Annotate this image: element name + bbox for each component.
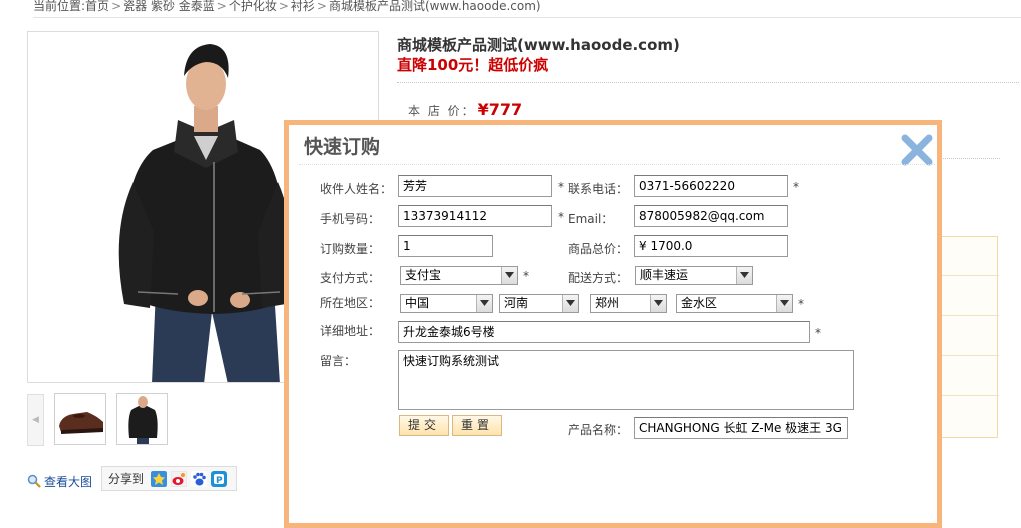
reset-button[interactable]: 重置 [452,415,502,436]
chevron-down-icon [562,295,578,312]
price-label: 本 店 价： [408,104,476,118]
shipping-select[interactable]: 顺丰速运 [635,266,753,285]
close-icon[interactable] [899,132,935,168]
email-label: Email： [568,212,614,226]
weibo-icon[interactable] [171,470,188,487]
required-mark: * [558,210,564,224]
view-large-link[interactable]: 查看大图 [27,472,92,490]
breadcrumb-separator: > [111,0,122,13]
chevron-down-icon [650,295,666,312]
phone-label: 联系电话： [568,182,629,196]
qzone-icon[interactable] [151,470,168,487]
breadcrumb-category-link[interactable]: 瓷器 紫砂 金泰蓝 [123,0,215,13]
shipping-label: 配送方式： [568,271,629,285]
country-selected-value: 中国 [405,296,430,310]
divider [940,158,1000,159]
address-label: 详细地址： [320,324,381,338]
message-textarea[interactable]: 快速订购系统测试 [398,350,854,410]
required-mark: * [558,180,564,194]
country-select[interactable]: 中国 [400,294,493,313]
view-large-label: 查看大图 [44,474,93,489]
payment-select[interactable]: 支付宝 [400,266,518,285]
breadcrumb-category-link[interactable]: 个护化妆 [229,0,277,13]
divider [299,164,935,165]
thumbnail-prev-button[interactable]: ◀ [27,394,44,446]
magnifier-icon [27,474,41,488]
submit-button[interactable]: 提交 [399,415,449,436]
share-label: 分享到 [108,472,145,486]
quantity-label: 订购数量： [320,242,381,256]
divider [397,82,1019,83]
city-select[interactable]: 郑州 [590,294,667,313]
payment-selected-value: 支付宝 [405,268,442,282]
svg-text:P: P [216,476,223,486]
message-label: 留言： [320,354,357,368]
product-name-label: 产品名称： [568,423,629,437]
mobile-label: 手机号码： [320,212,381,226]
breadcrumb-home-link[interactable]: 首页 [85,0,109,13]
breadcrumb-current[interactable]: 商城模板产品测试(www.haoode.com) [329,0,541,13]
email-input[interactable]: 878005982@qq.com [634,205,788,227]
required-mark: * [523,269,529,283]
quantity-input[interactable]: 1 [398,235,493,257]
shipping-selected-value: 顺丰速运 [640,268,689,282]
dialog-title: 快速订购 [304,136,381,158]
region-label: 所在地区： [320,296,381,310]
breadcrumb-separator: > [316,0,327,13]
chevron-down-icon [776,295,792,312]
breadcrumb-separator: > [278,0,289,13]
price-row: 本 店 价： ¥777 [408,100,522,119]
total-price-input[interactable]: ¥ 1700.0 [634,235,788,257]
chevron-down-icon [476,295,492,312]
city-selected-value: 郑州 [595,296,620,310]
product-title: 商城模板产品测试(www.haoode.com) [397,36,680,54]
breadcrumb-label: 当前位置: [33,0,86,13]
recipient-name-input[interactable]: 芳芳 [398,175,552,197]
baidu-icon[interactable] [191,470,208,487]
price-value: ¥777 [477,100,523,119]
total-price-label: 商品总价： [568,242,629,256]
product-name-input[interactable]: CHANGHONG 长虹 Z-Me 极速王 3G [634,417,848,439]
chevron-left-icon: ◀ [32,415,39,425]
province-select[interactable]: 河南 [499,294,579,313]
background-info-panel [936,236,999,438]
product-promo: 直降100元！超低价疯 [397,56,549,74]
thumbnail-image[interactable] [116,393,168,445]
district-select[interactable]: 金水区 [676,294,793,313]
chevron-down-icon [501,267,517,284]
breadcrumb-category-link[interactable]: 衬衫 [291,0,315,13]
share-bar: 分享到 P [101,466,237,491]
pengyou-icon[interactable]: P [211,470,228,487]
quick-order-dialog: 快速订购 收件人姓名： 芳芳 * 联系电话： 0371-56602220 * 手… [284,120,942,528]
payment-label: 支付方式： [320,271,381,285]
province-selected-value: 河南 [504,296,529,310]
address-input[interactable]: 升龙金泰城6号楼 [398,321,810,343]
phone-input[interactable]: 0371-56602220 [634,175,788,197]
breadcrumb: 当前位置:首页 > 瓷器 紫砂 金泰蓝 > 个护化妆 > 衬衫 > 商城模板产品测试(www.h… [33,0,1021,18]
chevron-down-icon [736,267,752,284]
required-mark: * [798,297,804,311]
recipient-name-label: 收件人姓名： [320,182,393,196]
district-selected-value: 金水区 [681,296,718,310]
required-mark: * [793,180,799,194]
mobile-input[interactable]: 13373914112 [398,205,552,227]
breadcrumb-separator: > [216,0,227,13]
required-mark: * [815,326,821,340]
thumbnail-image[interactable] [54,393,106,445]
